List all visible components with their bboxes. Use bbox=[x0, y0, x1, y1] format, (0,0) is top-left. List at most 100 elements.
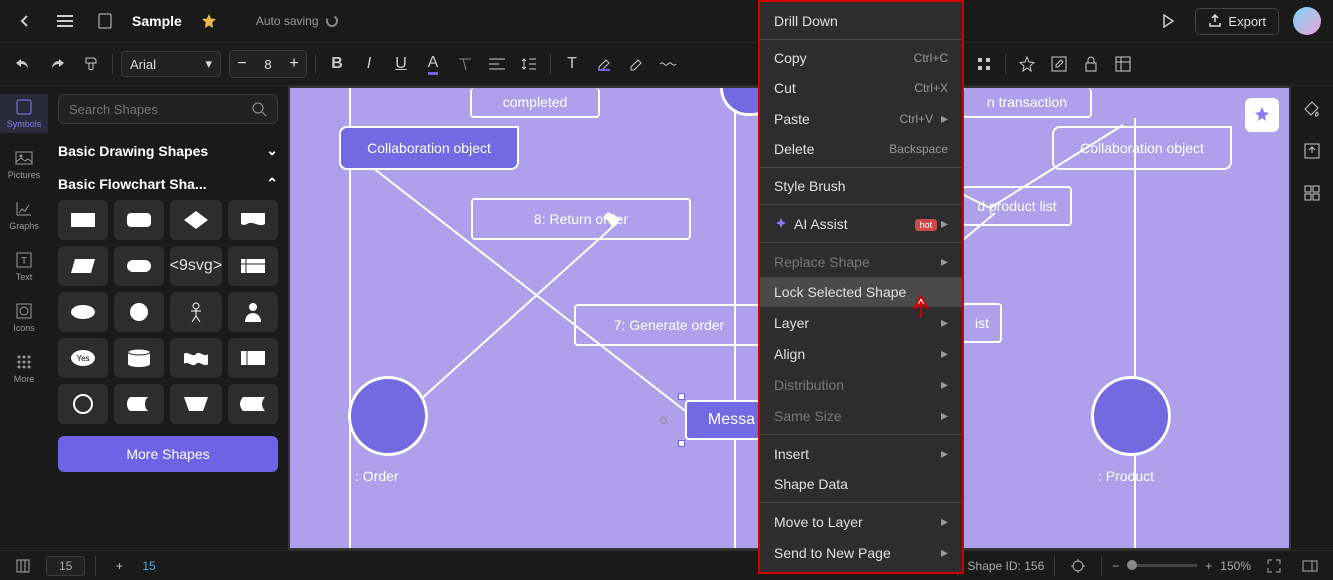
back-button[interactable] bbox=[12, 8, 38, 34]
align-button[interactable] bbox=[484, 51, 510, 77]
shape-ellipse[interactable] bbox=[58, 292, 108, 332]
section-basic-flowchart[interactable]: Basic Flowchart Sha... ⌃ bbox=[58, 167, 278, 200]
shape-yes-ellipse[interactable]: Yes bbox=[58, 338, 108, 378]
text-tool[interactable]: T bbox=[559, 51, 585, 77]
export-panel-button[interactable] bbox=[1299, 138, 1325, 164]
search-shapes-input[interactable] bbox=[58, 94, 278, 124]
shape-circle[interactable] bbox=[114, 292, 164, 332]
avatar[interactable] bbox=[1293, 7, 1321, 35]
redo-button[interactable] bbox=[44, 51, 70, 77]
node-return-order[interactable]: 8: Return order bbox=[471, 198, 691, 240]
distribute-button[interactable] bbox=[971, 51, 997, 77]
more-shapes-button[interactable]: More Shapes bbox=[58, 436, 278, 472]
rail-pictures[interactable]: Pictures bbox=[0, 145, 48, 184]
menu-insert[interactable]: Insert▸ bbox=[760, 438, 962, 469]
zoom-out[interactable]: − bbox=[1112, 559, 1119, 573]
shape-document[interactable] bbox=[228, 200, 278, 240]
zoom-in[interactable]: + bbox=[1205, 559, 1212, 573]
apps-button[interactable] bbox=[1299, 180, 1325, 206]
shape-internal-storage[interactable] bbox=[228, 246, 278, 286]
shape-manual-op[interactable] bbox=[170, 384, 222, 424]
shape-diamond[interactable] bbox=[170, 200, 222, 240]
line-height-button[interactable] bbox=[516, 51, 542, 77]
menu-button[interactable] bbox=[52, 8, 78, 34]
format-painter-button[interactable] bbox=[78, 51, 104, 77]
node-collab-right[interactable]: Collaboration object bbox=[1052, 126, 1232, 170]
menu-move-to-layer[interactable]: Move to Layer▸ bbox=[760, 506, 962, 537]
export-button[interactable]: Export bbox=[1195, 8, 1279, 35]
decrease-size[interactable]: − bbox=[230, 51, 254, 77]
selected-node[interactable]: Messa bbox=[678, 393, 768, 447]
shape-parallelogram[interactable] bbox=[58, 246, 108, 286]
rail-symbols[interactable]: Symbols bbox=[0, 94, 48, 133]
node-ist[interactable]: ist bbox=[962, 303, 1002, 343]
shape-connector[interactable] bbox=[58, 384, 108, 424]
shape-predefined[interactable]: <9svg> bbox=[170, 246, 222, 286]
menu-style-brush[interactable]: Style Brush bbox=[760, 171, 962, 201]
shape-rectangle[interactable] bbox=[58, 200, 108, 240]
underline-button[interactable]: U bbox=[388, 51, 414, 77]
shape-card[interactable] bbox=[228, 338, 278, 378]
menu-align[interactable]: Align▸ bbox=[760, 338, 962, 369]
bold-button[interactable]: B bbox=[324, 51, 350, 77]
menu-cut[interactable]: CutCtrl+X bbox=[760, 73, 962, 103]
menu-copy[interactable]: CopyCtrl+C bbox=[760, 43, 962, 73]
shape-tape[interactable] bbox=[170, 338, 222, 378]
italic-button[interactable]: I bbox=[356, 51, 382, 77]
font-color-button[interactable]: A bbox=[420, 51, 446, 77]
font-select[interactable]: Arial▾ bbox=[121, 51, 221, 77]
rail-more[interactable]: More bbox=[0, 349, 48, 388]
fill-tool[interactable] bbox=[1299, 96, 1325, 122]
increase-size[interactable]: + bbox=[282, 51, 306, 77]
shape-stadium[interactable] bbox=[114, 246, 164, 286]
shape-rounded-rect[interactable] bbox=[114, 200, 164, 240]
data-button[interactable] bbox=[1110, 51, 1136, 77]
add-page-button[interactable]: + bbox=[106, 553, 132, 579]
node-generate-order[interactable]: 7: Generate order bbox=[574, 304, 764, 346]
node-circle-order[interactable] bbox=[348, 376, 428, 456]
node-transaction[interactable]: n transaction bbox=[962, 88, 1092, 118]
shape-stored-data[interactable] bbox=[228, 384, 278, 424]
shape-actor[interactable]: M15 16l-4 6M15 16l4 6 bbox=[170, 292, 222, 332]
clear-format-button[interactable] bbox=[452, 51, 478, 77]
menu-send-to-new-page[interactable]: Send to New Page▸ bbox=[760, 537, 962, 568]
menu-delete[interactable]: DeleteBackspace bbox=[760, 134, 962, 164]
node-product-list[interactable]: d product list bbox=[962, 186, 1072, 226]
page-preview[interactable]: 15 bbox=[142, 559, 155, 573]
menu-paste[interactable]: PasteCtrl+V ▸ bbox=[760, 103, 962, 134]
star-icon[interactable] bbox=[196, 8, 222, 34]
rail-graphs[interactable]: Graphs bbox=[0, 196, 48, 235]
pages-icon[interactable] bbox=[10, 553, 36, 579]
line-style-button[interactable] bbox=[655, 51, 681, 77]
node-circle-product[interactable] bbox=[1091, 376, 1171, 456]
edit-button[interactable] bbox=[1046, 51, 1072, 77]
rail-text[interactable]: T Text bbox=[0, 247, 48, 286]
effects-button[interactable] bbox=[1014, 51, 1040, 77]
rail-icons[interactable]: Icons bbox=[0, 298, 48, 337]
document-icon[interactable] bbox=[92, 8, 118, 34]
border-color-button[interactable] bbox=[623, 51, 649, 77]
zoom-control[interactable]: − + 150% bbox=[1112, 559, 1251, 573]
node-completed[interactable]: completed bbox=[470, 88, 600, 118]
menu-shape-data[interactable]: Shape Data bbox=[760, 469, 962, 499]
page-number[interactable]: 15 bbox=[46, 556, 85, 576]
crosshair-icon[interactable] bbox=[1065, 553, 1091, 579]
status-bar: 15 + 15 Number of shapes: 31 Shape ID: 1… bbox=[0, 550, 1333, 580]
zoom-slider[interactable] bbox=[1127, 564, 1197, 567]
lock-button[interactable] bbox=[1078, 51, 1104, 77]
shape-direct-data[interactable] bbox=[114, 384, 164, 424]
shape-person[interactable] bbox=[228, 292, 278, 332]
font-size-stepper[interactable]: − 8 + bbox=[229, 50, 307, 78]
fullscreen-button[interactable] bbox=[1261, 553, 1287, 579]
play-button[interactable] bbox=[1155, 8, 1181, 34]
search-input[interactable] bbox=[69, 102, 251, 117]
node-collab-left[interactable]: Collaboration object bbox=[339, 126, 519, 170]
shape-database[interactable] bbox=[114, 338, 164, 378]
section-basic-drawing[interactable]: Basic Drawing Shapes ⌄ bbox=[58, 134, 278, 167]
undo-button[interactable] bbox=[10, 51, 36, 77]
panel-toggle[interactable] bbox=[1297, 553, 1323, 579]
ai-badge[interactable] bbox=[1245, 98, 1279, 132]
highlight-button[interactable] bbox=[591, 51, 617, 77]
menu-drill-down[interactable]: Drill Down bbox=[760, 6, 962, 36]
menu-ai-assist[interactable]: AI Assist hot ▸ bbox=[760, 208, 962, 239]
